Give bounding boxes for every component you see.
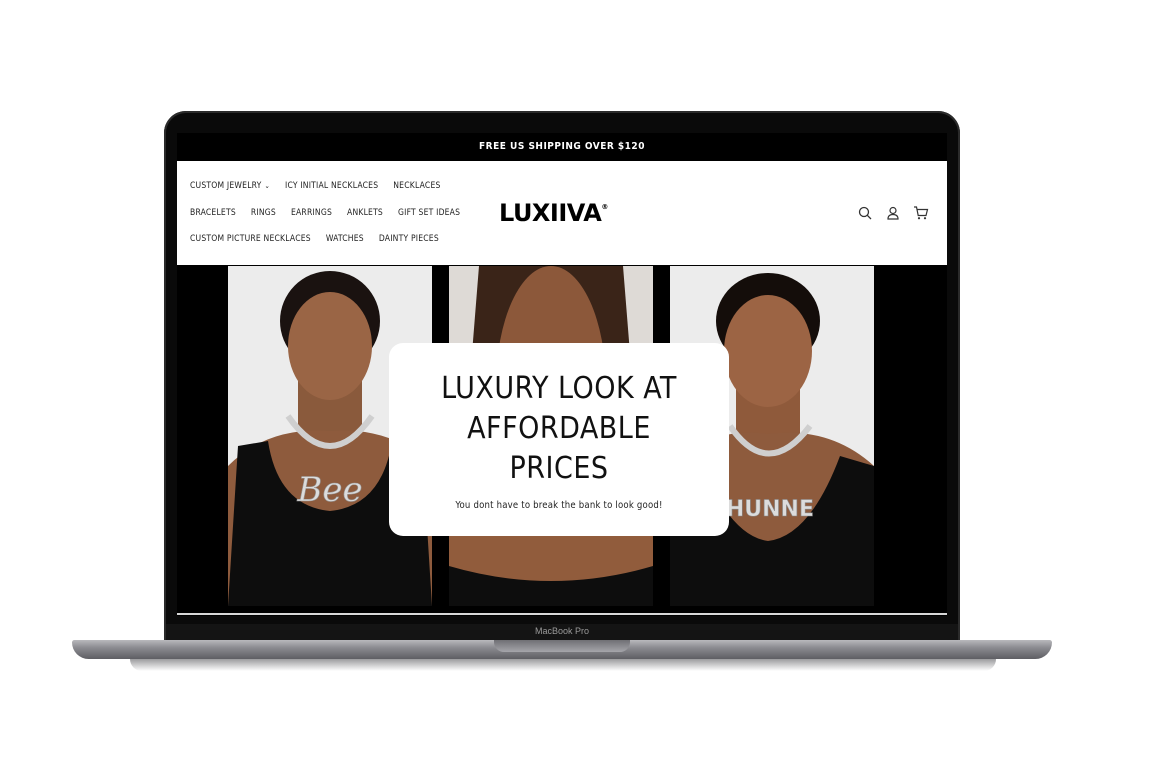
nav-necklaces[interactable]: NECKLACES: [393, 181, 440, 191]
laptop-shadow: [130, 659, 996, 671]
nav-row-3: CUSTOM PICTURE NECKLACES WATCHES DAINTY …: [190, 234, 439, 244]
search-icon[interactable]: [857, 205, 873, 221]
nav-earrings[interactable]: EARRINGS: [291, 208, 332, 218]
chevron-down-icon: ⌄: [264, 182, 270, 190]
cart-icon[interactable]: [913, 205, 929, 221]
nav-anklets[interactable]: ANKLETS: [347, 208, 383, 218]
nav-gift-set-ideas[interactable]: GIFT SET IDEAS: [398, 208, 460, 218]
nav-watches[interactable]: WATCHES: [326, 234, 364, 244]
header-icons: [857, 205, 929, 221]
nav-custom-picture-necklaces[interactable]: CUSTOM PICTURE NECKLACES: [190, 234, 311, 244]
nav-row-2: BRACELETS RINGS EARRINGS ANKLETS GIFT SE…: [190, 208, 460, 218]
laptop-screen: FREE US SHIPPING OVER $120 CUSTOM JEWELR…: [177, 133, 947, 616]
nav-custom-jewelry[interactable]: CUSTOM JEWELRY ⌄: [190, 181, 270, 191]
account-icon[interactable]: [885, 205, 901, 221]
announcement-bar: FREE US SHIPPING OVER $120: [177, 133, 947, 161]
site-header: CUSTOM JEWELRY ⌄ ICY INITIAL NECKLACES NE…: [177, 161, 947, 265]
hero-subtitle: You dont have to break the bank to look …: [455, 500, 663, 511]
hero-overlay-card: LUXURY LOOK AT AFFORDABLE PRICES You don…: [389, 343, 729, 536]
necklace-nameplate-1: Bee: [296, 470, 362, 510]
hero-title: LUXURY LOOK AT AFFORDABLE PRICES: [441, 371, 677, 486]
site-logo[interactable]: LUXIIVA®: [499, 199, 608, 227]
screen-divider: [177, 613, 947, 615]
announcement-text: FREE US SHIPPING OVER $120: [479, 141, 645, 152]
hero-banner: Bee SHUNNE LUXURY LOOK AT AFFORDABLE PRI…: [177, 266, 947, 606]
nav-rings[interactable]: RINGS: [251, 208, 276, 218]
device-model-label: MacBook Pro: [534, 626, 590, 636]
nav-bracelets[interactable]: BRACELETS: [190, 208, 236, 218]
nav-icy-initial-necklaces[interactable]: ICY INITIAL NECKLACES: [285, 181, 378, 191]
nav-dainty-pieces[interactable]: DAINTY PIECES: [379, 234, 439, 244]
nav-row-1: CUSTOM JEWELRY ⌄ ICY INITIAL NECKLACES NE…: [190, 181, 441, 191]
laptop-notch: [494, 640, 630, 652]
